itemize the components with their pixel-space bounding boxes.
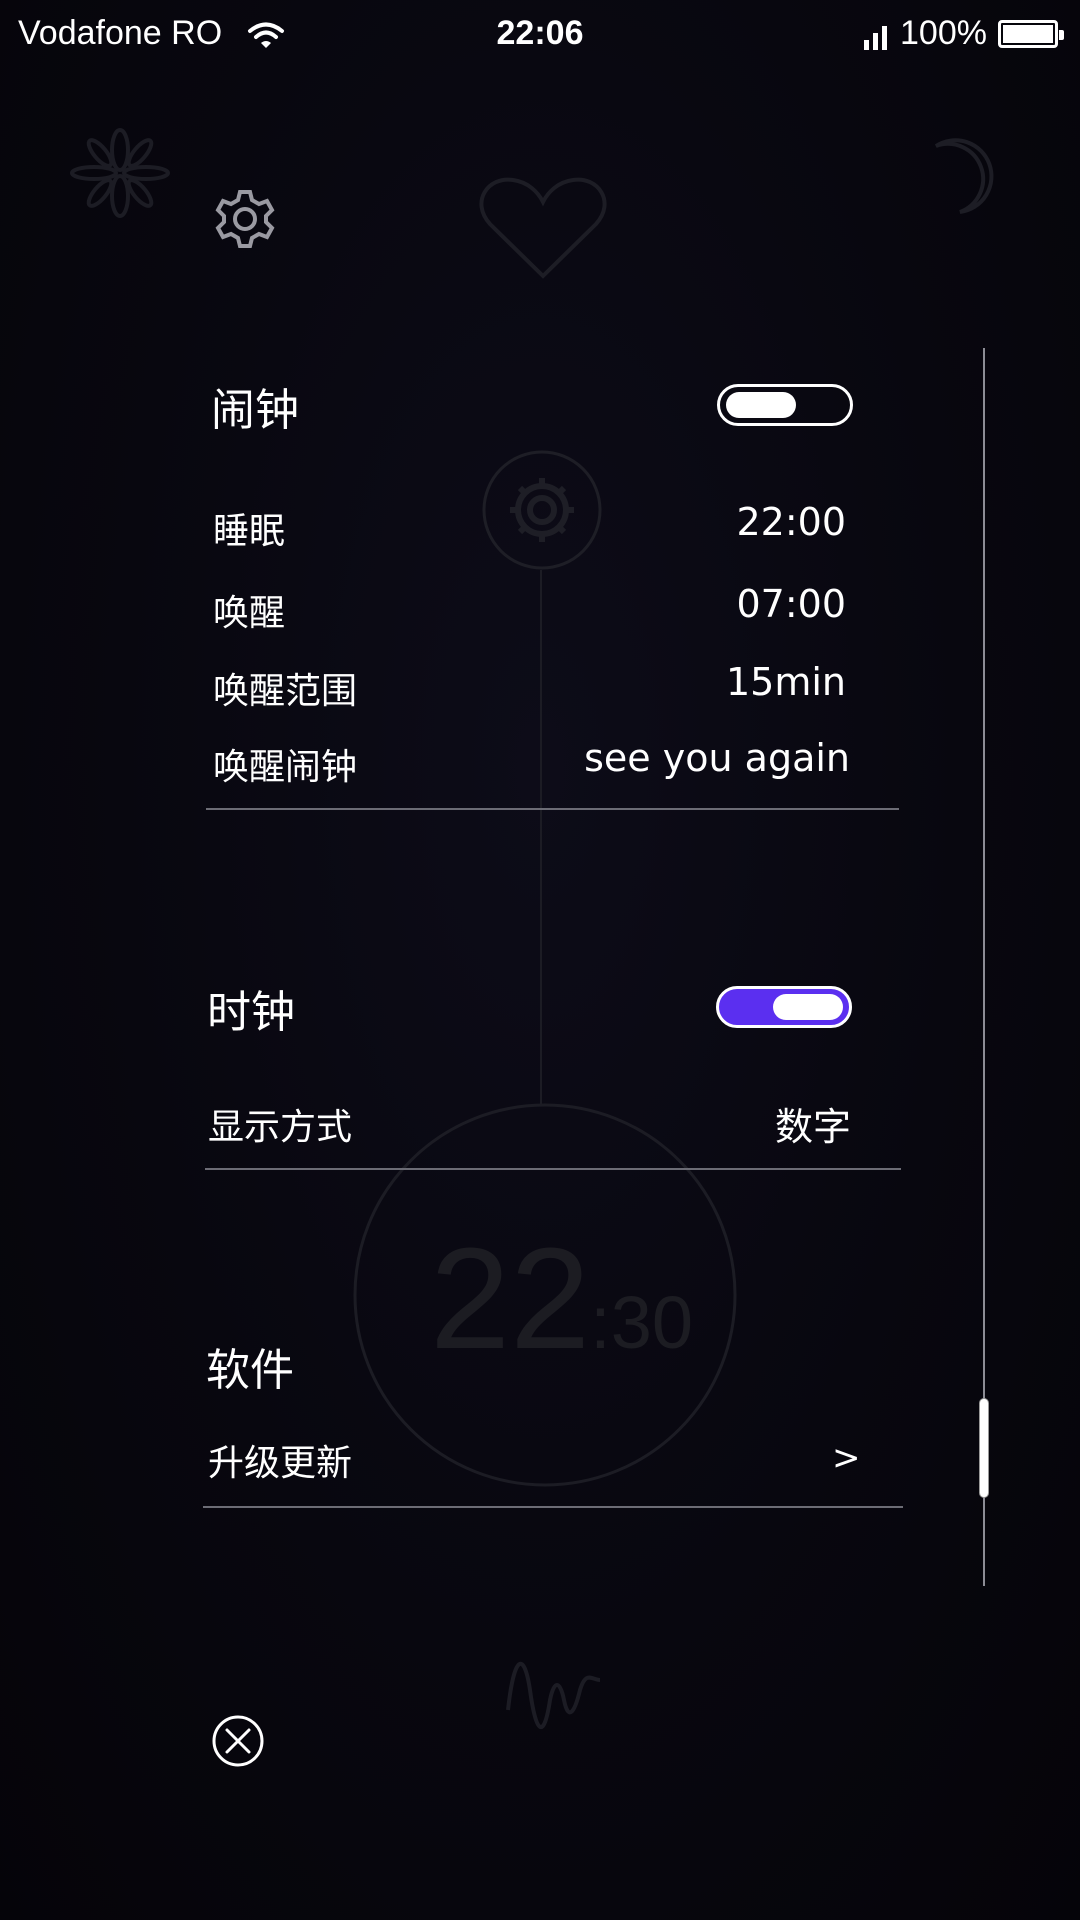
clock-section-title: 时钟 (207, 987, 295, 1038)
upgrade-row[interactable]: 升级更新 > (204, 1420, 861, 1490)
sleep-value[interactable]: 22:00 (600, 500, 846, 544)
clock-toggle-knob (773, 994, 843, 1020)
gear-icon (482, 450, 602, 570)
software-section-title: 软件 (206, 1345, 294, 1396)
connector-line (540, 570, 542, 1106)
battery-icon (998, 20, 1064, 48)
background-clock: 22:30 (430, 1216, 694, 1379)
battery-percent: 100% (900, 14, 987, 52)
chevron-right-icon: > (832, 1438, 861, 1478)
heart-icon (479, 177, 607, 279)
display-mode-label: 显示方式 (208, 1107, 353, 1148)
flower-icon (70, 128, 170, 218)
alarm-toggle-knob (726, 392, 796, 418)
close-icon[interactable] (210, 1713, 266, 1773)
status-bar: Vodafone RO 22:06 100% (0, 0, 1080, 72)
wake-alarm-value[interactable]: see you again (560, 736, 850, 780)
wave-icon (506, 1661, 601, 1729)
upgrade-label: 升级更新 (208, 1443, 353, 1484)
clock-toggle[interactable] (716, 986, 852, 1028)
background-clock-minute: :30 (590, 1281, 694, 1364)
alarm-section-title: 闹钟 (211, 385, 299, 436)
wake-range-label: 唤醒范围 (213, 671, 358, 712)
settings-gear-icon[interactable] (212, 186, 278, 256)
sleep-label: 睡眠 (213, 511, 286, 552)
scrollbar-thumb[interactable] (979, 1398, 989, 1498)
background-clock-hour: 22 (430, 1218, 591, 1379)
signal-icon (862, 24, 890, 54)
wake-range-value[interactable]: 15min (600, 660, 846, 704)
wake-alarm-label: 唤醒闹钟 (213, 747, 358, 788)
moon-icon (934, 138, 994, 214)
display-mode-value[interactable]: 数字 (600, 1096, 851, 1151)
alarm-toggle[interactable] (717, 384, 853, 426)
wake-value[interactable]: 07:00 (600, 582, 846, 626)
software-divider (203, 1506, 903, 1508)
wake-label: 唤醒 (213, 593, 286, 634)
clock-divider (205, 1168, 901, 1170)
alarm-divider (206, 808, 899, 810)
